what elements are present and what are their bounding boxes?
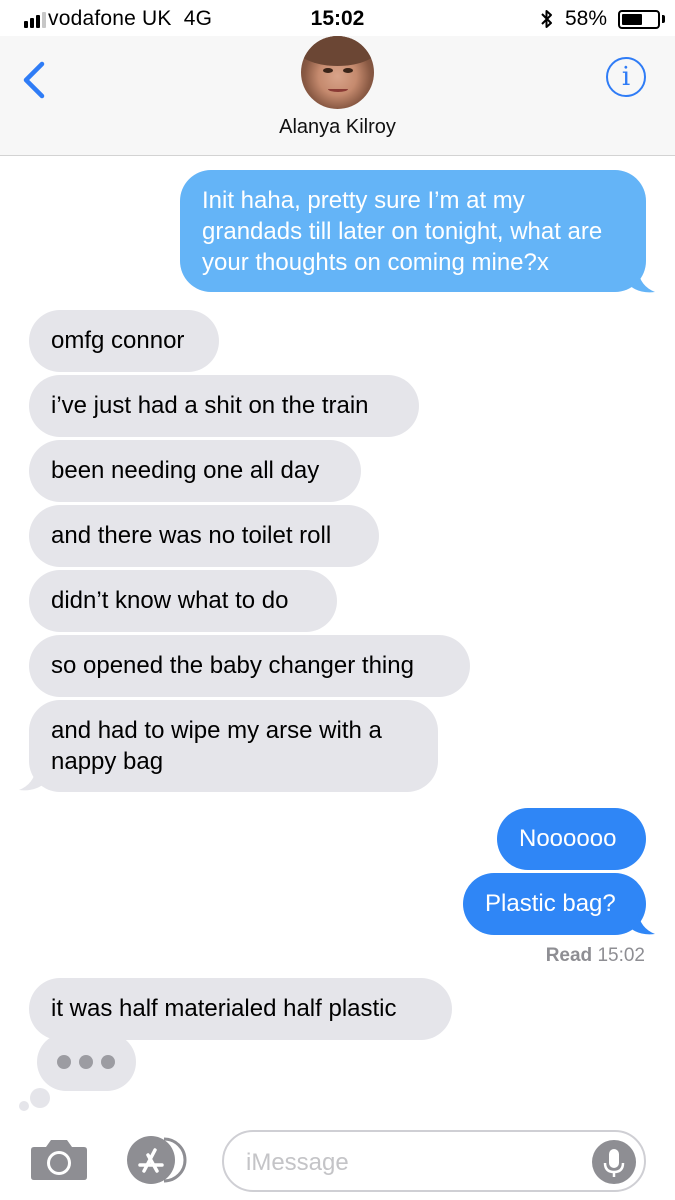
message-input[interactable]: iMessage xyxy=(222,1130,646,1192)
typing-dot xyxy=(57,1055,71,1069)
received-message[interactable]: didn’t know what to do xyxy=(29,570,337,632)
battery-nub xyxy=(662,15,665,23)
avatar-eye xyxy=(343,68,353,73)
read-time: 15:02 xyxy=(597,945,645,966)
sent-message[interactable]: Init haha, pretty sure I’m at my grandad… xyxy=(180,170,646,292)
camera-icon[interactable] xyxy=(30,1137,88,1181)
status-bar: vodafone UK 4G 15:02 58% xyxy=(0,0,675,36)
read-label: Read xyxy=(545,945,593,966)
avatar-mouth xyxy=(328,86,348,92)
battery-percent: 58% xyxy=(565,7,608,30)
typing-dot xyxy=(101,1055,115,1069)
bubble-tail xyxy=(628,270,655,293)
app-store-icon[interactable] xyxy=(126,1135,190,1185)
avatar-hair xyxy=(301,36,374,66)
sent-message[interactable]: Noooooo xyxy=(497,808,646,870)
battery-level-fill xyxy=(622,14,642,25)
battery-icon xyxy=(618,10,660,29)
typing-bubble-tail xyxy=(19,1101,29,1111)
info-icon[interactable]: i xyxy=(606,57,646,97)
received-message[interactable]: so opened the baby changer thing xyxy=(29,635,470,697)
typing-indicator xyxy=(37,1033,136,1091)
chevron-left-icon[interactable] xyxy=(18,54,58,104)
bubble-tail xyxy=(19,768,46,791)
typing-dot xyxy=(79,1055,93,1069)
received-message[interactable]: been needing one all day xyxy=(29,440,361,502)
received-message[interactable]: omfg connor xyxy=(29,310,219,372)
read-receipt: Read 15:02 xyxy=(546,945,645,967)
conversation-header: Alanya Kilroy i xyxy=(0,36,675,156)
bubble-tail xyxy=(628,912,655,935)
input-placeholder: iMessage xyxy=(246,1149,349,1176)
sent-message[interactable]: Plastic bag? xyxy=(463,873,646,935)
received-message[interactable]: i’ve just had a shit on the train xyxy=(29,375,419,437)
microphone-glyph xyxy=(603,1149,625,1177)
typing-bubble-tail xyxy=(30,1088,50,1108)
contact-name[interactable]: Alanya Kilroy xyxy=(0,116,675,139)
bluetooth-icon xyxy=(541,10,552,28)
avatar-eye xyxy=(323,68,333,73)
received-message[interactable]: and had to wipe my arse with a nappy bag xyxy=(29,700,438,792)
microphone-icon[interactable] xyxy=(592,1140,636,1184)
avatar[interactable] xyxy=(301,36,374,109)
received-message[interactable]: and there was no toilet roll xyxy=(29,505,379,567)
received-message[interactable]: it was half materialed half plastic xyxy=(29,978,452,1040)
